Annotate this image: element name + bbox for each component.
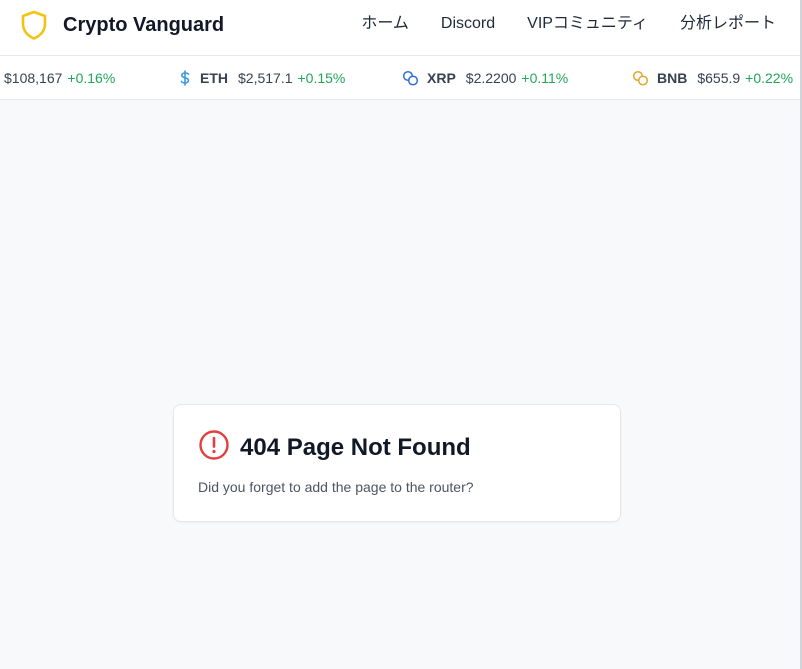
ticker-price: $2.2200 — [465, 70, 517, 86]
alert-circle-icon — [198, 429, 230, 466]
shield-icon — [20, 10, 48, 40]
main-nav: ホーム Discord VIPコミュニティ 分析レポート — [361, 14, 776, 34]
not-found-card: 404 Page Not Found Did you forget to add… — [173, 404, 621, 522]
ticker-change: +0.16% — [67, 70, 116, 86]
price-ticker: $108,167 +0.16% ETH $2,517.1 +0.15% XRP — [0, 56, 800, 100]
ticker-item-bnb: BNB $655.9 +0.22% — [632, 56, 794, 99]
dollar-icon — [178, 70, 192, 86]
ticker-price: $108,167 — [4, 70, 63, 86]
ticker-change: +0.22% — [745, 70, 794, 86]
nav-item-vip-community[interactable]: VIPコミュニティ — [527, 14, 648, 34]
coins-icon — [632, 70, 649, 86]
ticker-change: +0.11% — [521, 70, 569, 86]
ticker-item-eth: ETH $2,517.1 +0.15% — [178, 56, 346, 99]
brand[interactable]: Crypto Vanguard — [20, 9, 224, 41]
card-title-row: 404 Page Not Found — [198, 429, 471, 466]
brand-name: Crypto Vanguard — [63, 13, 225, 36]
coins-icon — [402, 70, 419, 86]
ticker-track: $108,167 +0.16% ETH $2,517.1 +0.15% XRP — [0, 56, 800, 99]
ticker-symbol: BNB — [657, 70, 688, 86]
error-message: Did you forget to add the page to the ro… — [198, 479, 474, 495]
ticker-symbol: XRP — [427, 70, 456, 86]
top-header: Crypto Vanguard ホーム Discord VIPコミュニティ 分析… — [0, 0, 800, 56]
nav-item-home[interactable]: ホーム — [361, 14, 409, 34]
ticker-item-btc: $108,167 +0.16% — [4, 56, 116, 99]
ticker-item-xrp: XRP $2.2200 +0.11% — [402, 56, 569, 99]
ticker-symbol: ETH — [200, 70, 228, 86]
nav-item-analysis-report[interactable]: 分析レポート — [680, 14, 776, 34]
ticker-change: +0.15% — [297, 70, 346, 86]
ticker-price: $655.9 — [697, 70, 741, 86]
ticker-price: $2,517.1 — [238, 70, 293, 86]
page-title: 404 Page Not Found — [240, 433, 471, 461]
nav-item-discord[interactable]: Discord — [441, 14, 495, 34]
